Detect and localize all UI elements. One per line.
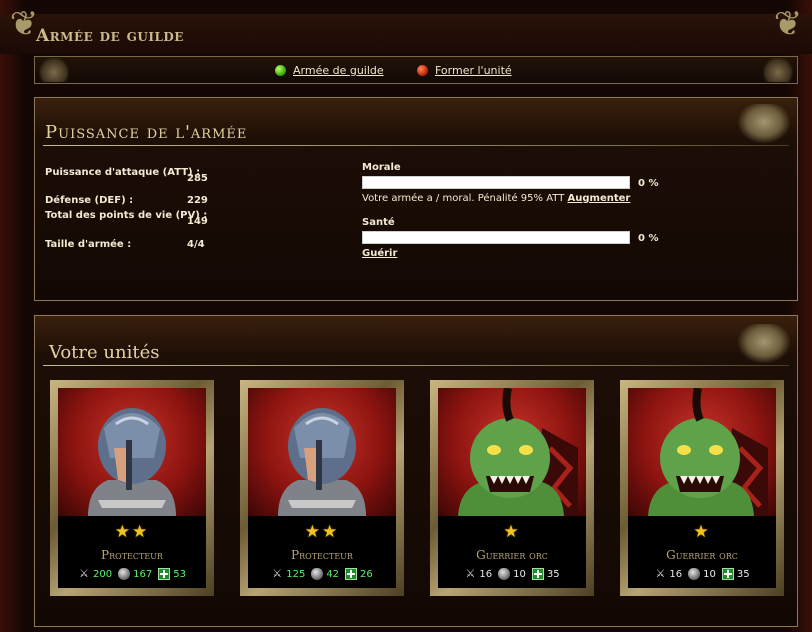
army-power-title: Puissance de l'armée xyxy=(45,122,248,143)
unit-health-value: 35 xyxy=(546,569,560,580)
army-power-panel: Puissance de l'armée Puissance d'attaque… xyxy=(34,97,798,301)
unit-card[interactable]: ★★ Protecteur ⚔ 125 42 26 xyxy=(240,380,404,596)
nav-item-label: Former l'unité xyxy=(435,64,512,77)
unit-card-inner: ★★ Protecteur ⚔ 200 167 53 xyxy=(58,388,206,588)
panel-divider xyxy=(43,365,789,366)
unit-defense: 42 xyxy=(311,568,339,580)
unit-defense-value: 167 xyxy=(133,569,153,580)
unit-card[interactable]: ★★ Protecteur ⚔ 200 167 53 xyxy=(50,380,214,596)
orc-portrait-icon xyxy=(628,388,776,516)
unit-defense-value: 42 xyxy=(326,569,340,580)
unit-health: 35 xyxy=(531,568,560,580)
nav-gargoyle-left-icon xyxy=(37,58,71,82)
health-cross-icon xyxy=(345,568,358,580)
unit-attack-value: 16 xyxy=(479,569,493,580)
health-bar xyxy=(362,231,630,244)
unit-defense-value: 10 xyxy=(513,569,526,580)
unit-attack-value: 200 xyxy=(93,569,113,580)
unit-health: 53 xyxy=(158,568,186,580)
units-title: Votre unités xyxy=(49,342,160,363)
unit-stats: ⚔ 200 167 53 xyxy=(58,568,206,580)
unit-attack-value: 16 xyxy=(669,569,683,580)
unit-card-inner: ★ Guerrier orc ⚔ 16 10 35 xyxy=(438,388,586,588)
stat-hp-value: 149 xyxy=(187,216,208,227)
swords-icon: ⚔ xyxy=(272,567,283,580)
health-cross-icon xyxy=(531,568,544,580)
unit-card[interactable]: ★ Guerrier orc ⚔ 16 10 35 xyxy=(430,380,594,596)
unit-card-inner: ★★ Protecteur ⚔ 125 42 26 xyxy=(248,388,396,588)
shield-icon xyxy=(311,568,324,580)
unit-attack-value: 125 xyxy=(286,569,306,580)
unit-health-value: 53 xyxy=(173,569,186,580)
unit-star-rating-icon: ★ xyxy=(503,522,521,542)
unit-health-value: 35 xyxy=(736,569,750,580)
status-dot-green-icon xyxy=(275,65,286,76)
unit-stats: ⚔ 16 10 35 xyxy=(438,568,586,580)
unit-attack: ⚔ 16 xyxy=(654,567,683,581)
health-cross-icon xyxy=(721,568,734,580)
unit-stats: ⚔ 16 10 35 xyxy=(628,568,776,580)
stat-attack-value: 285 xyxy=(187,173,208,184)
morale-message-text: Votre armée a / moral. Pénalité 95% ATT xyxy=(362,193,565,204)
morale-label: Morale xyxy=(362,162,401,173)
health-label: Santé xyxy=(362,217,395,228)
unit-defense: 10 xyxy=(688,568,716,580)
unit-attack: ⚔ 16 xyxy=(464,567,493,581)
panel-divider xyxy=(43,145,789,146)
heal-link[interactable]: Guérir xyxy=(362,248,397,259)
page-title: Armée de guilde xyxy=(36,26,184,46)
swords-icon: ⚔ xyxy=(465,567,476,580)
unit-card[interactable]: ★ Guerrier orc ⚔ 16 10 35 xyxy=(620,380,784,596)
unit-star-rating-icon: ★ xyxy=(693,522,711,542)
unit-defense: 10 xyxy=(498,568,526,580)
unit-star-rating-icon: ★★ xyxy=(304,522,340,542)
knight-portrait-icon xyxy=(248,388,396,516)
unit-defense-value: 10 xyxy=(703,569,716,580)
nav-bar: Armée de guilde Former l'unité xyxy=(34,56,798,84)
unit-health: 35 xyxy=(721,568,750,580)
nav-item-guild-army[interactable]: Armée de guilde xyxy=(275,64,384,77)
unit-name: Guerrier orc xyxy=(666,548,738,562)
status-dot-red-icon xyxy=(417,65,428,76)
knight-portrait-icon xyxy=(58,388,206,516)
unit-name: Protecteur xyxy=(101,548,163,562)
nav-gargoyle-right-icon xyxy=(761,58,795,82)
unit-name: Protecteur xyxy=(291,548,353,562)
units-panel: Votre unités ★★ Protecteur ⚔ 200 167 53 … xyxy=(34,315,798,627)
shield-icon xyxy=(688,568,701,580)
stat-defense-value: 229 xyxy=(187,195,208,206)
unit-attack: ⚔ 125 xyxy=(271,567,306,581)
unit-attack: ⚔ 200 xyxy=(78,567,113,581)
morale-bar xyxy=(362,176,630,189)
corner-ornament-right-icon: ❦ xyxy=(773,4,803,44)
stat-army-size-value: 4/4 xyxy=(187,239,205,250)
shield-icon xyxy=(118,568,131,580)
shield-icon xyxy=(498,568,511,580)
morale-message: Votre armée a / moral. Pénalité 95% ATT … xyxy=(362,193,630,204)
gargoyle-icon xyxy=(737,324,791,364)
nav-item-train-unit[interactable]: Former l'unité xyxy=(417,64,512,77)
gargoyle-icon xyxy=(737,104,791,144)
increase-morale-link[interactable]: Augmenter xyxy=(568,193,631,204)
unit-health-value: 26 xyxy=(360,569,373,580)
health-cross-icon xyxy=(158,568,171,580)
unit-defense: 167 xyxy=(118,568,152,580)
unit-stats: ⚔ 125 42 26 xyxy=(248,568,396,580)
nav-item-label: Armée de guilde xyxy=(293,64,384,77)
swords-icon: ⚔ xyxy=(79,567,89,580)
unit-health: 26 xyxy=(345,568,373,580)
unit-card-inner: ★ Guerrier orc ⚔ 16 10 35 xyxy=(628,388,776,588)
health-percent: 0 % xyxy=(638,233,659,244)
swords-icon: ⚔ xyxy=(655,567,666,580)
morale-percent: 0 % xyxy=(638,178,659,189)
orc-portrait-icon xyxy=(438,388,586,516)
unit-name: Guerrier orc xyxy=(476,548,548,562)
unit-star-rating-icon: ★★ xyxy=(114,522,150,542)
